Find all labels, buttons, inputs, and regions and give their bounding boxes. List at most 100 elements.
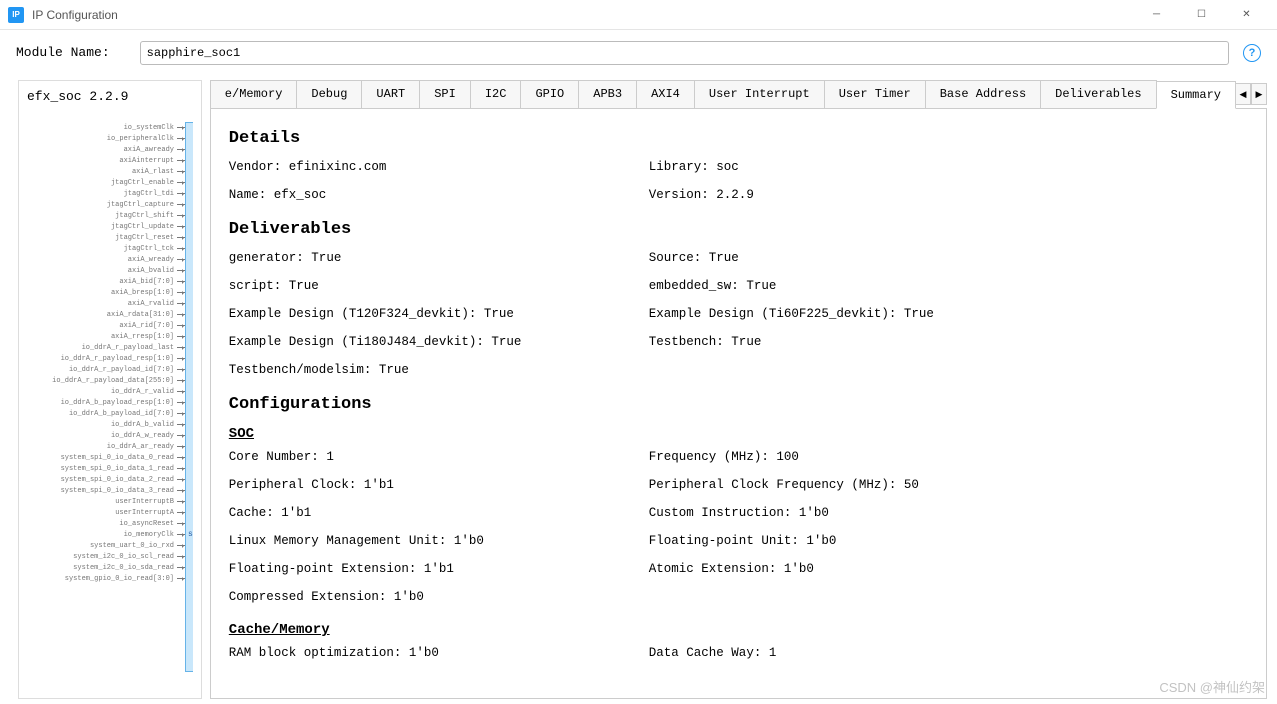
module-name-label: Module Name: [16, 45, 110, 60]
config-value: generator: True [229, 251, 649, 265]
pin-input: io_ddrA_r_payload_data[255:0] [27, 375, 185, 386]
tab-base-address[interactable]: Base Address [925, 80, 1041, 108]
pin-input: io_ddrA_b_valid [27, 419, 185, 430]
pin-input: axiA_bvalid [27, 265, 185, 276]
pin-input: io_ddrA_r_payload_last [27, 342, 185, 353]
pin-input: io_ddrA_b_payload_resp[1:0] [27, 397, 185, 408]
config-panel: e/MemoryDebugUARTSPII2CGPIOAPB3AXI4User … [210, 80, 1267, 699]
pin-input: axiA_rvalid [27, 298, 185, 309]
config-value: Example Design (T120F324_devkit): True [229, 307, 649, 321]
pin-input: io_ddrA_r_payload_id[7:0] [27, 364, 185, 375]
tab-axi4[interactable]: AXI4 [636, 80, 695, 108]
tab-scroll-right[interactable]: ▶ [1251, 83, 1267, 105]
block-label: sapphire_soc1 [188, 530, 193, 539]
cache-subheading: Cache/Memory [229, 622, 1248, 638]
config-value: Version: 2.2.9 [649, 188, 1069, 202]
pin-input: userInterruptB [27, 496, 185, 507]
soc-block [185, 122, 193, 672]
pin-input: axiA_bresp[1:0] [27, 287, 185, 298]
config-value: embedded_sw: True [649, 279, 1069, 293]
block-diagram-panel: efx_soc 2.2.9 sapphire_soc1 io_systemClk… [18, 80, 202, 699]
config-value: script: True [229, 279, 649, 293]
config-value: Floating-point Extension: 1'b1 [229, 562, 649, 576]
module-name-input[interactable] [140, 41, 1229, 65]
tab-spi[interactable]: SPI [419, 80, 471, 108]
config-value: Vendor: efinixinc.com [229, 160, 649, 174]
tab-uart[interactable]: UART [361, 80, 420, 108]
tab-deliverables[interactable]: Deliverables [1040, 80, 1156, 108]
pin-input: jtagCtrl_update [27, 221, 185, 232]
pin-input: io_ddrA_r_payload_resp[1:0] [27, 353, 185, 364]
pin-input: io_ddrA_w_ready [27, 430, 185, 441]
config-value: Custom Instruction: 1'b0 [649, 506, 1069, 520]
pin-input: io_memoryClk [27, 529, 185, 540]
pin-input: jtagCtrl_reset [27, 232, 185, 243]
pin-input: jtagCtrl_shift [27, 210, 185, 221]
config-value: Compressed Extension: 1'b0 [229, 590, 649, 604]
module-row: Module Name: ? [0, 30, 1277, 75]
tab-gpio[interactable]: GPIO [520, 80, 579, 108]
pin-input: jtagCtrl_capture [27, 199, 185, 210]
config-value: Core Number: 1 [229, 450, 649, 464]
pin-input: io_ddrA_b_payload_id[7:0] [27, 408, 185, 419]
block-diagram: sapphire_soc1 io_systemClkio_peripheralC… [27, 112, 193, 672]
pin-input: system_uart_0_io_rxd [27, 540, 185, 551]
titlebar: IP IP Configuration ─ ☐ ✕ [0, 0, 1277, 30]
pin-input: system_spi_0_io_data_3_read [27, 485, 185, 496]
pin-input: io_peripheralClk [27, 133, 185, 144]
pin-input: io_ddrA_r_valid [27, 386, 185, 397]
config-value: Example Design (Ti60F225_devkit): True [649, 307, 1069, 321]
pin-input: axiA_wready [27, 254, 185, 265]
pin-input: system_gpio_0_io_read[3:0] [27, 573, 185, 584]
config-value [649, 363, 1069, 377]
pin-input: jtagCtrl_tdi [27, 188, 185, 199]
config-value: Example Design (Ti180J484_devkit): True [229, 335, 649, 349]
config-value: Floating-point Unit: 1'b0 [649, 534, 1069, 548]
config-value: Data Cache Way: 1 [649, 646, 1069, 660]
config-value: Cache: 1'b1 [229, 506, 649, 520]
summary-content[interactable]: Details Vendor: efinixinc.comLibrary: so… [210, 109, 1267, 699]
tab-apb3[interactable]: APB3 [578, 80, 637, 108]
pin-input: jtagCtrl_enable [27, 177, 185, 188]
config-value: Testbench/modelsim: True [229, 363, 649, 377]
config-value: Testbench: True [649, 335, 1069, 349]
config-value [649, 590, 1069, 604]
pin-input: system_i2c_0_io_sda_read [27, 562, 185, 573]
deliverables-heading: Deliverables [229, 220, 1248, 239]
app-icon: IP [8, 7, 24, 23]
config-value: RAM block optimization: 1'b0 [229, 646, 649, 660]
close-button[interactable]: ✕ [1224, 0, 1269, 30]
tab-user-interrupt[interactable]: User Interrupt [694, 80, 825, 108]
pin-input: jtagCtrl_tck [27, 243, 185, 254]
pin-input: userInterruptA [27, 507, 185, 518]
minimize-button[interactable]: ─ [1134, 0, 1179, 30]
tab-debug[interactable]: Debug [296, 80, 362, 108]
config-value: Source: True [649, 251, 1069, 265]
pin-input: system_i2c_0_io_scl_read [27, 551, 185, 562]
config-value: Peripheral Clock Frequency (MHz): 50 [649, 478, 1069, 492]
help-icon[interactable]: ? [1243, 44, 1261, 62]
pin-input: io_systemClk [27, 122, 185, 133]
pin-input: io_ddrA_ar_ready [27, 441, 185, 452]
tab-user-timer[interactable]: User Timer [824, 80, 926, 108]
configurations-heading: Configurations [229, 395, 1248, 414]
config-value: Peripheral Clock: 1'b1 [229, 478, 649, 492]
config-value: Frequency (MHz): 100 [649, 450, 1069, 464]
maximize-button[interactable]: ☐ [1179, 0, 1224, 30]
pin-input: axiA_rid[7:0] [27, 320, 185, 331]
pin-input: axiA_rlast [27, 166, 185, 177]
pin-input: system_spi_0_io_data_0_read [27, 452, 185, 463]
ip-name-version: efx_soc 2.2.9 [27, 89, 193, 104]
details-heading: Details [229, 129, 1248, 148]
tab-bar: e/MemoryDebugUARTSPII2CGPIOAPB3AXI4User … [210, 80, 1267, 109]
pin-input: io_asyncReset [27, 518, 185, 529]
pin-input: axiAinterrupt [27, 155, 185, 166]
tab-e-memory[interactable]: e/Memory [210, 80, 298, 108]
tab-summary[interactable]: Summary [1156, 81, 1236, 109]
window-title: IP Configuration [32, 8, 118, 22]
tab-i2c[interactable]: I2C [470, 80, 522, 108]
config-value: Name: efx_soc [229, 188, 649, 202]
tab-scroll-left[interactable]: ◀ [1235, 83, 1251, 105]
soc-subheading: SOC [229, 426, 1248, 442]
pin-input: axiA_rdata[31:0] [27, 309, 185, 320]
